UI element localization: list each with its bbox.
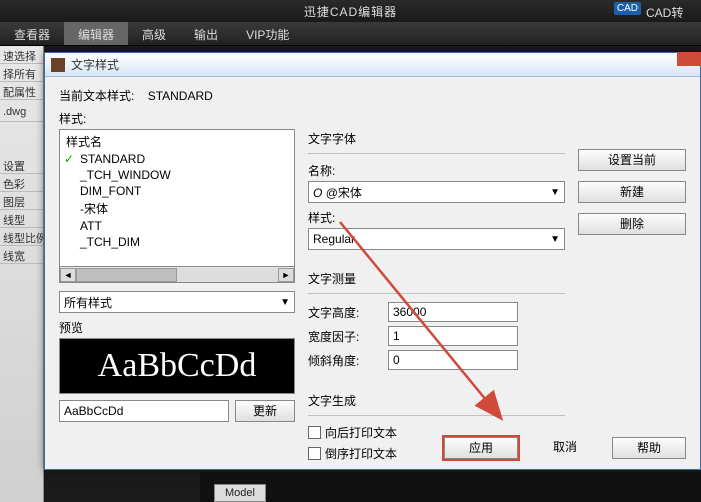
font-name-combo[interactable]: O @宋体 ▼ — [308, 181, 565, 203]
cancel-button[interactable]: 取消 — [528, 437, 602, 459]
font-style-label: 样式: — [308, 209, 565, 226]
cad-badge-text: CAD转 — [646, 4, 701, 21]
delete-button[interactable]: 删除 — [578, 213, 686, 235]
preview-label: 预览 — [59, 319, 295, 336]
tab-vip[interactable]: VIP功能 — [232, 22, 303, 45]
width-input[interactable] — [388, 326, 518, 346]
preview-box: AaBbCcDd — [59, 338, 295, 394]
font-style-value: Regular — [313, 232, 355, 246]
list-item[interactable]: STANDARD — [60, 151, 294, 167]
left-item[interactable]: 色彩 — [0, 174, 43, 192]
dialog-titlebar[interactable]: 文字样式 — [45, 53, 700, 77]
left-item[interactable]: 线型 — [0, 210, 43, 228]
listbox-hscroll[interactable]: ◄ ► — [59, 267, 295, 283]
dialog-title: 文字样式 — [71, 56, 119, 73]
scroll-thumb[interactable] — [76, 268, 177, 282]
left-item[interactable]: 图层 — [0, 192, 43, 210]
left-item[interactable]: 线宽 — [0, 246, 43, 264]
dialog-icon — [51, 58, 65, 72]
preview-input[interactable] — [59, 400, 229, 422]
font-style-combo[interactable]: Regular ▼ — [308, 228, 565, 250]
list-item[interactable]: ATT — [60, 218, 294, 234]
width-label: 宽度因子: — [308, 328, 388, 345]
close-icon[interactable] — [677, 52, 701, 66]
tab-output[interactable]: 输出 — [180, 22, 232, 45]
cad-badge: CAD — [614, 2, 641, 15]
left-item[interactable]: 择所有 — [0, 64, 43, 82]
list-item[interactable]: -宋体 — [60, 199, 294, 218]
current-style-label: 当前文本样式: — [59, 89, 134, 103]
list-item[interactable]: _TCH_WINDOW — [60, 167, 294, 183]
scroll-right-icon[interactable]: ► — [278, 268, 294, 282]
tab-advanced[interactable]: 高级 — [128, 22, 180, 45]
left-panel: 速选择 择所有 配属性 .dwg 设置 色彩 图层 线型 线型比例 线宽 — [0, 46, 44, 502]
gen-group-title: 文字生成 — [308, 392, 565, 409]
list-item[interactable]: _TCH_DIM — [60, 234, 294, 250]
drawing-area: Model — [200, 472, 701, 502]
left-item[interactable]: 设置 — [0, 156, 43, 174]
styles-label: 样式: — [59, 110, 686, 127]
app-titlebar: 迅捷CAD编辑器 — [0, 0, 701, 22]
preview-display: AaBbCcDd — [98, 347, 257, 385]
current-style-value: STANDARD — [148, 89, 213, 103]
left-file[interactable]: .dwg — [0, 104, 43, 122]
text-style-dialog: 文字样式 当前文本样式: STANDARD 样式: 样式名 STANDARD _… — [44, 52, 701, 470]
filter-value: 所有样式 — [64, 294, 112, 311]
font-name-label: 名称: — [308, 162, 565, 179]
left-item[interactable]: 线型比例 — [0, 228, 43, 246]
height-input[interactable] — [388, 302, 518, 322]
ribbon-tabs: 查看器 编辑器 高级 输出 VIP功能 — [0, 22, 701, 46]
dialog-footer: 应用 取消 帮助 — [444, 437, 686, 459]
help-button[interactable]: 帮助 — [612, 437, 686, 459]
oblique-label: 倾斜角度: — [308, 352, 388, 369]
left-item[interactable]: 配属性 — [0, 82, 43, 100]
tab-editor[interactable]: 编辑器 — [64, 22, 128, 45]
upside-label: 倒序打印文本 — [325, 445, 397, 462]
upside-checkbox[interactable] — [308, 447, 321, 460]
backwards-label: 向后打印文本 — [325, 424, 397, 441]
chevron-down-icon: ▼ — [550, 187, 560, 198]
filter-combo[interactable]: 所有样式 ▼ — [59, 291, 295, 313]
height-label: 文字高度: — [308, 304, 388, 321]
apply-button[interactable]: 应用 — [444, 437, 518, 459]
style-listbox[interactable]: 样式名 STANDARD _TCH_WINDOW DIM_FONT -宋体 AT… — [59, 129, 295, 267]
font-name-value: @宋体 — [326, 186, 362, 200]
current-style-row: 当前文本样式: STANDARD — [59, 87, 686, 104]
font-group-title: 文字字体 — [308, 130, 565, 147]
measure-group-title: 文字测量 — [308, 270, 565, 287]
chevron-down-icon: ▼ — [280, 297, 290, 308]
new-button[interactable]: 新建 — [578, 181, 686, 203]
model-tab[interactable]: Model — [214, 484, 266, 502]
chevron-down-icon: ▼ — [550, 234, 560, 245]
listbox-header: 样式名 — [60, 132, 294, 151]
set-current-button[interactable]: 设置当前 — [578, 149, 686, 171]
list-item[interactable]: DIM_FONT — [60, 183, 294, 199]
oblique-input[interactable] — [388, 350, 518, 370]
app-title: 迅捷CAD编辑器 — [304, 3, 397, 20]
left-item[interactable]: 速选择 — [0, 46, 43, 64]
backwards-checkbox[interactable] — [308, 426, 321, 439]
tab-viewer[interactable]: 查看器 — [0, 22, 64, 45]
scroll-left-icon[interactable]: ◄ — [60, 268, 76, 282]
update-button[interactable]: 更新 — [235, 400, 295, 422]
